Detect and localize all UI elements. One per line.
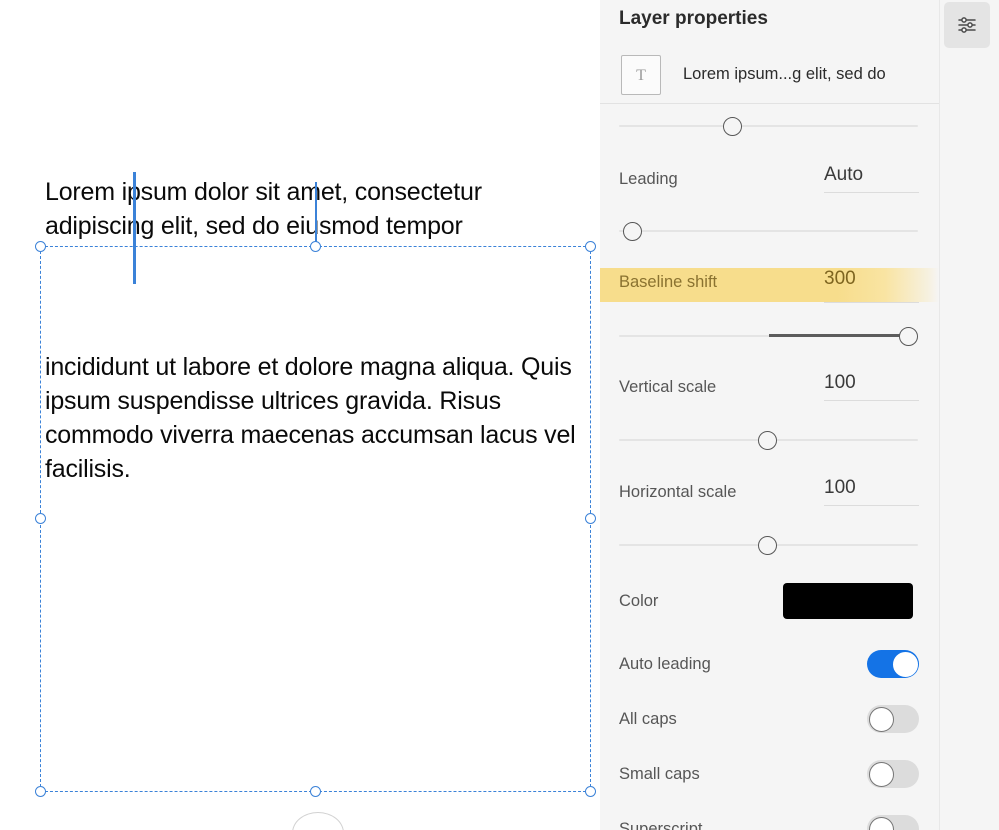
slider-knob[interactable]	[623, 222, 642, 241]
property-label-small-caps: Small caps	[619, 765, 700, 783]
slider-knob[interactable]	[899, 327, 918, 346]
resize-handle-middle-right[interactable]	[585, 513, 596, 524]
property-row-baseline-shift[interactable]: Baseline shift 300	[600, 268, 939, 302]
resize-handle-top-center[interactable]	[309, 241, 321, 252]
property-row-auto-leading[interactable]: Auto leading	[600, 645, 939, 689]
property-row-baseline-shift-wrapper: Baseline shift 300	[600, 268, 939, 312]
canvas-text-block-top[interactable]: Lorem ipsum dolor sit amet, consectetur …	[45, 175, 575, 243]
property-value-baseline-shift[interactable]: 300	[824, 268, 919, 297]
property-row-vertical-scale[interactable]: Vertical scale 100	[600, 368, 939, 412]
property-row-color[interactable]: Color	[600, 582, 939, 626]
property-label-auto-leading: Auto leading	[619, 655, 711, 673]
slider-vertical-scale[interactable]	[619, 427, 918, 453]
slider-fill	[768, 334, 904, 337]
property-label-baseline-shift: Baseline shift	[619, 273, 718, 291]
slider-above-leading[interactable]	[619, 113, 918, 139]
property-row-leading[interactable]: Leading Auto	[600, 160, 939, 204]
property-label-all-caps: All caps	[619, 710, 677, 728]
selected-layer-name: Lorem ipsum...g elit, sed do	[683, 65, 886, 83]
resize-handle-middle-left[interactable]	[35, 513, 46, 524]
property-value-underline-baseline-shift	[824, 302, 919, 303]
right-toolbar-rail	[939, 0, 999, 830]
slider-track	[619, 230, 918, 232]
selected-layer-row[interactable]: T Lorem ipsum...g elit, sed do	[600, 46, 939, 103]
property-row-small-caps[interactable]: Small caps	[600, 755, 939, 799]
selection-top-guide-line	[315, 182, 317, 248]
slider-leading[interactable]	[619, 218, 918, 244]
property-label-color: Color	[619, 592, 659, 610]
text-selection-bounding-box[interactable]	[35, 241, 596, 797]
property-label-vertical-scale: Vertical scale	[619, 378, 717, 396]
app-root: Lorem ipsum dolor sit amet, consectetur …	[0, 0, 999, 830]
layer-properties-panel: Layer properties T Lorem ipsum...g elit,…	[600, 0, 939, 830]
toggle-thumb	[868, 761, 894, 787]
rotate-handle-arc[interactable]	[292, 812, 344, 830]
resize-handle-top-right[interactable]	[585, 241, 596, 252]
property-value-vertical-scale[interactable]: 100	[824, 372, 919, 401]
slider-knob[interactable]	[723, 117, 742, 136]
property-row-all-caps[interactable]: All caps	[600, 700, 939, 744]
slider-knob[interactable]	[758, 431, 777, 450]
canvas-area[interactable]: Lorem ipsum dolor sit amet, consectetur …	[0, 0, 600, 830]
toggle-superscript[interactable]	[867, 815, 919, 830]
slider-knob[interactable]	[758, 536, 777, 555]
toggle-small-caps[interactable]	[867, 760, 919, 788]
property-label-horizontal-scale: Horizontal scale	[619, 483, 737, 501]
toggle-thumb	[892, 651, 918, 677]
property-value-leading[interactable]: Auto	[824, 164, 919, 193]
toggle-all-caps[interactable]	[867, 705, 919, 733]
resize-handle-bottom-center[interactable]	[309, 786, 321, 797]
sliders-adjust-icon[interactable]	[944, 2, 990, 48]
toggle-auto-leading[interactable]	[867, 650, 919, 678]
panel-header-divider	[600, 103, 939, 104]
slider-baseline-shift[interactable]	[619, 323, 918, 349]
property-label-superscript: Superscript	[619, 820, 703, 830]
svg-text:T: T	[636, 67, 646, 84]
toggle-thumb	[868, 816, 894, 830]
text-layer-T-icon: T	[621, 54, 661, 95]
color-swatch[interactable]	[783, 583, 913, 619]
slider-horizontal-scale[interactable]	[619, 532, 918, 558]
panel-title: Layer properties	[619, 8, 768, 29]
property-row-horizontal-scale[interactable]: Horizontal scale 100	[600, 473, 939, 517]
property-label-leading: Leading	[619, 170, 678, 188]
resize-handle-top-left[interactable]	[35, 241, 46, 252]
property-value-horizontal-scale[interactable]: 100	[824, 477, 919, 506]
property-row-superscript[interactable]: Superscript	[600, 810, 939, 830]
resize-handle-bottom-right[interactable]	[585, 786, 596, 797]
resize-handle-bottom-left[interactable]	[35, 786, 46, 797]
slider-track	[619, 125, 918, 127]
toggle-thumb	[868, 706, 894, 732]
